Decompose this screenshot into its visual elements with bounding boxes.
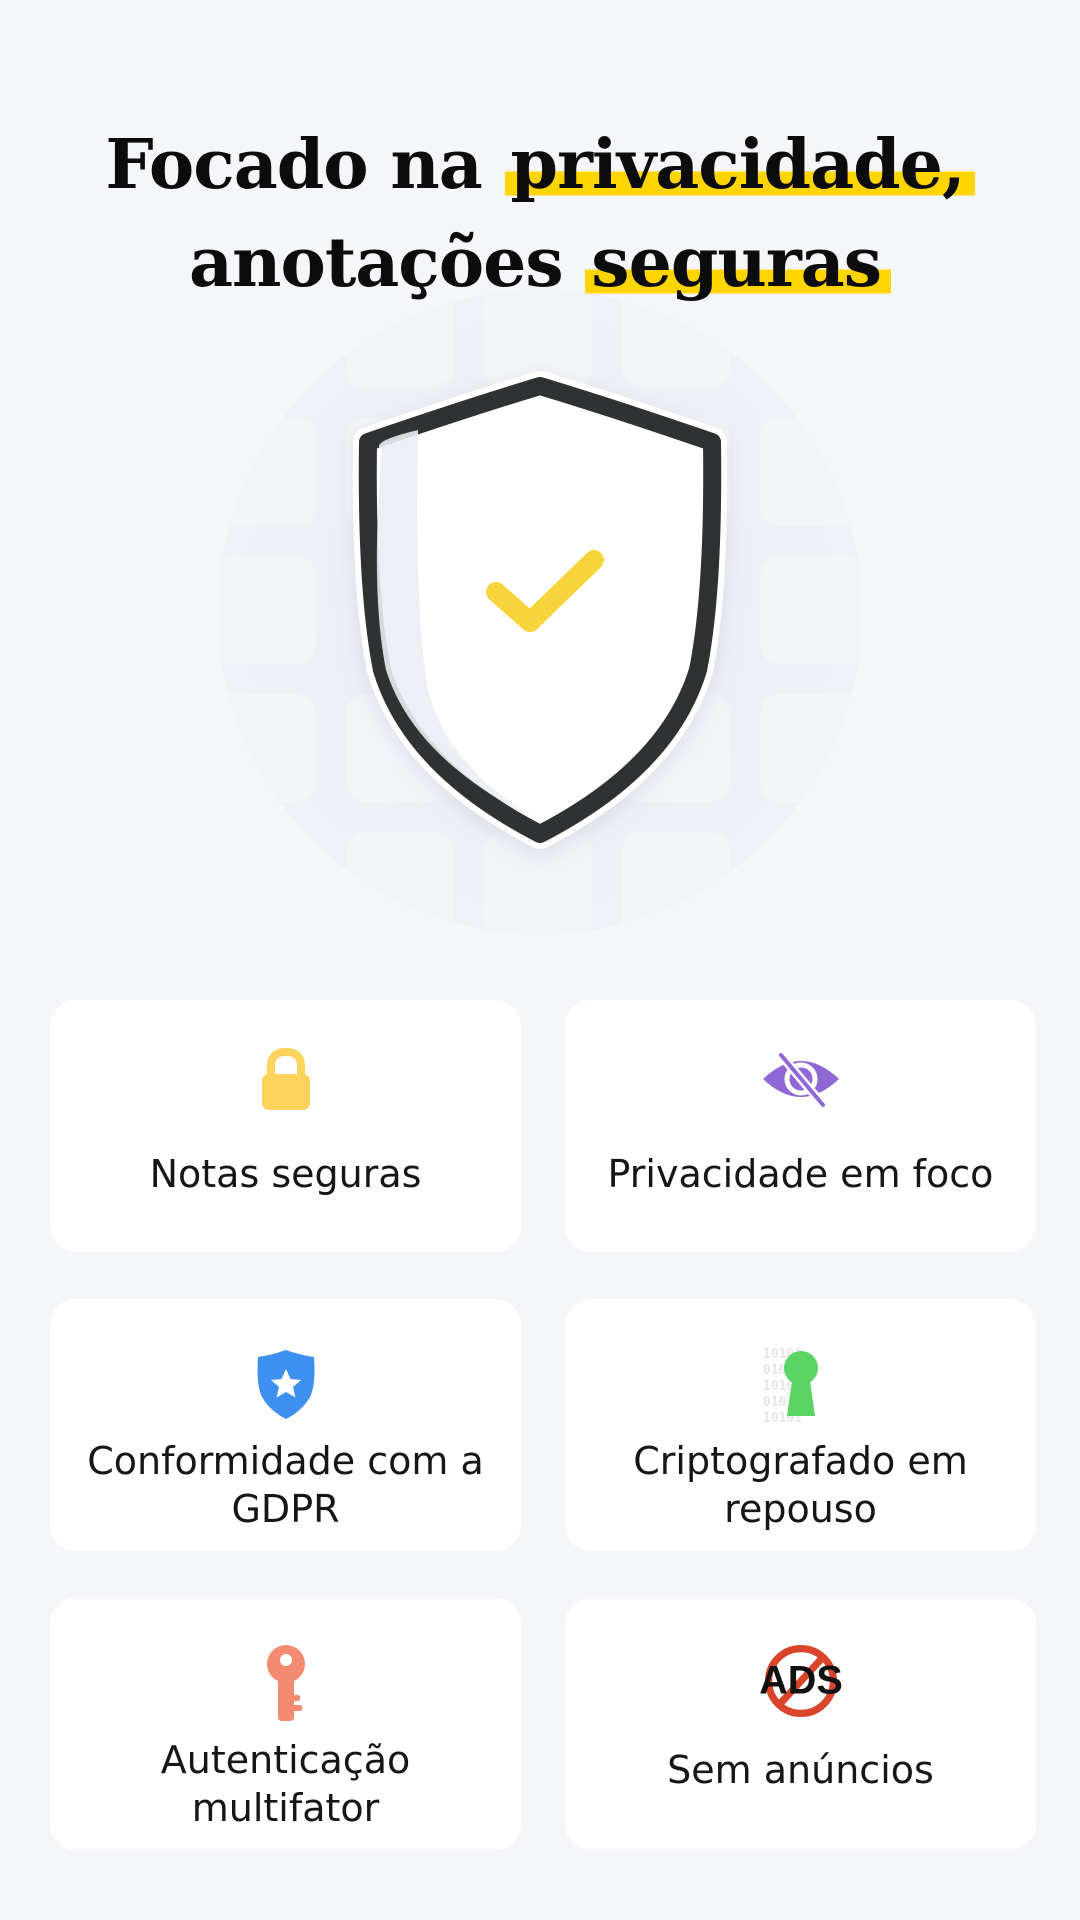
ads-text: ADS <box>759 1659 843 1703</box>
feature-card-no-ads: ADS Sem anúncios <box>565 1598 1036 1850</box>
shield-check-icon <box>218 290 862 934</box>
features-grid: Notas seguras Privacidade em foco Confor… <box>50 1000 1036 1850</box>
headline-highlight: privacidade, <box>504 124 975 205</box>
gdpr-shield-star-icon <box>241 1339 331 1429</box>
feature-label: Sem anúncios <box>667 1748 934 1792</box>
feature-card-gdpr: Conformidade com a GDPR <box>50 1299 521 1551</box>
feature-label: Conformidade com a GDPR <box>87 1439 484 1531</box>
feature-card-encrypted: 10101 01010 10101 01010 10101 Criptograf… <box>565 1299 1036 1551</box>
lock-icon <box>241 1034 331 1124</box>
feature-card-privacy: Privacidade em foco <box>565 1000 1036 1252</box>
page-headline: Focado na privacidade, anotações seguras <box>0 116 1080 312</box>
feature-card-secure-notes: Notas seguras <box>50 1000 521 1252</box>
headline-line-1: Focado na privacidade, <box>0 116 1080 214</box>
feature-label: Autenticação multifator <box>160 1738 411 1830</box>
feature-label: Privacidade em foco <box>607 1152 994 1196</box>
no-ads-icon: ADS <box>756 1636 846 1726</box>
eye-slash-icon <box>756 1034 846 1124</box>
headline-text: Focado na <box>105 124 505 205</box>
key-icon <box>241 1638 331 1728</box>
feature-label: Criptografado em repouso <box>633 1439 968 1531</box>
feature-card-mfa: Autenticação multifator <box>50 1598 521 1850</box>
security-shield-illustration <box>218 290 862 934</box>
encrypted-keyhole-icon: 10101 01010 10101 01010 10101 <box>756 1339 846 1429</box>
feature-label: Notas seguras <box>149 1152 422 1196</box>
